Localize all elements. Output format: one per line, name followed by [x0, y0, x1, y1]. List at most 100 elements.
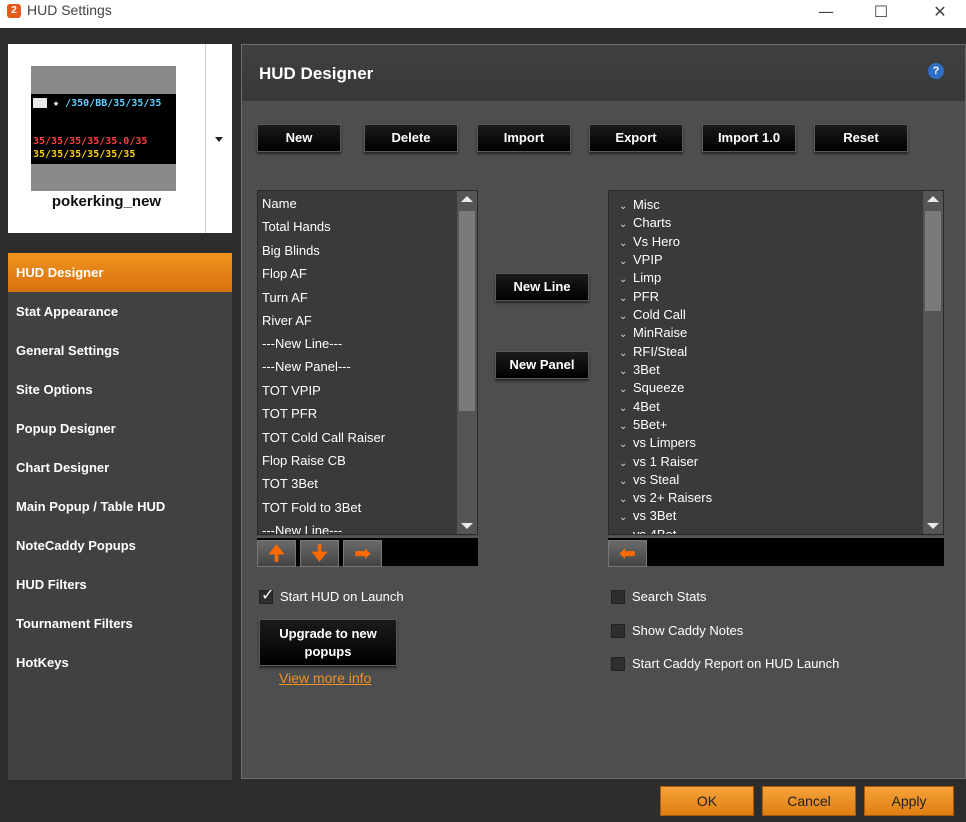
app-icon: 2 — [7, 4, 21, 18]
scroll-up-icon[interactable] — [927, 196, 939, 202]
chevron-down-icon: ⌄ — [619, 366, 628, 377]
chevron-down-icon: ⌄ — [619, 256, 628, 267]
sidebar-item-site-options[interactable]: Site Options — [8, 370, 232, 409]
check-icon: ✓ — [261, 585, 275, 604]
hud-preview-image: ★ /350/BB/35/35/35 35/35/35/35/35.0/35 3… — [31, 66, 176, 191]
hud-preview[interactable]: ★ /350/BB/35/35/35 35/35/35/35/35.0/35 3… — [8, 44, 205, 233]
chevron-down-icon: ⌄ — [619, 201, 628, 212]
sidebar-item-hud-designer[interactable]: HUD Designer — [8, 253, 232, 292]
sidebar-item-stat-appearance[interactable]: Stat Appearance — [8, 292, 232, 331]
chevron-down-icon: ⌄ — [619, 219, 628, 230]
tree-item[interactable]: ⌄ 4Bet — [619, 399, 660, 414]
chevron-down-icon: ⌄ — [619, 311, 628, 322]
tree-item[interactable]: ⌄ RFI/Steal — [619, 344, 687, 359]
tree-item[interactable]: ⌄ Cold Call — [619, 307, 686, 322]
import-button[interactable]: Import — [477, 124, 571, 152]
chevron-down-icon: ⌄ — [619, 403, 628, 414]
help-icon[interactable]: ? — [928, 63, 944, 79]
list-item[interactable]: TOT 3Bet — [262, 476, 318, 491]
window-title: HUD Settings — [27, 2, 112, 18]
tree-item[interactable]: ⌄ vs 3Bet — [619, 508, 676, 523]
upgrade-label-line2: popups — [304, 644, 352, 659]
list-item[interactable]: Big Blinds — [262, 243, 320, 258]
tree-item[interactable]: ⌄ vs Steal — [619, 472, 679, 487]
list-item[interactable]: TOT PFR — [262, 406, 317, 421]
sidebar-item-notecaddy-popups[interactable]: NoteCaddy Popups — [8, 526, 232, 565]
tree-item[interactable]: ⌄vs 4Bet — [619, 527, 676, 534]
list-item[interactable]: Flop Raise CB — [262, 453, 346, 468]
chevron-down-icon: ⌄ — [619, 421, 628, 432]
tree-item[interactable]: ⌄ 5Bet+ — [619, 417, 667, 432]
list-item[interactable]: TOT Cold Call Raiser — [262, 430, 385, 445]
scroll-down-icon[interactable] — [461, 523, 473, 529]
hud-layout-list[interactable]: Name Total Hands Big Blinds Flop AF Turn… — [257, 190, 478, 535]
close-button[interactable]: ✕ — [917, 0, 963, 28]
tree-item[interactable]: ⌄ Vs Hero — [619, 234, 680, 249]
minimize-button[interactable]: — — [803, 0, 849, 28]
sidebar-item-general-settings[interactable]: General Settings — [8, 331, 232, 370]
list-item[interactable]: Total Hands — [262, 219, 331, 234]
start-hud-checkbox[interactable]: ✓ — [259, 585, 274, 604]
tree-item[interactable]: ⌄ Limp — [619, 270, 661, 285]
scroll-up-icon[interactable] — [461, 196, 473, 202]
list-item[interactable]: ---New Panel--- — [262, 359, 351, 374]
title-bar: 2 HUD Settings — ☐ ✕ — [0, 0, 966, 28]
tree-item[interactable]: ⌄ Charts — [619, 215, 671, 230]
stat-category-tree[interactable]: ⌄ Misc ⌄ Charts ⌄ Vs Hero ⌄ VPIP ⌄ Limp ⌄ PFR … — [608, 190, 944, 535]
ok-button[interactable]: OK — [660, 786, 754, 816]
start-hud-label: Start HUD on Launch — [280, 589, 404, 604]
chevron-down-icon: ⌄ — [619, 512, 628, 523]
new-line-button[interactable]: New Line — [495, 273, 589, 301]
tree-item[interactable]: ⌄ Squeeze — [619, 380, 684, 395]
move-right-button[interactable]: ➡ — [343, 540, 382, 567]
export-button[interactable]: Export — [589, 124, 683, 152]
sidebar-item-hotkeys[interactable]: HotKeys — [8, 643, 232, 682]
list-item[interactable]: Flop AF — [262, 266, 307, 281]
apply-button[interactable]: Apply — [864, 786, 954, 816]
list-item[interactable]: ---New Line--- — [262, 523, 342, 534]
reset-button[interactable]: Reset — [814, 124, 908, 152]
list-item[interactable]: TOT VPIP — [262, 383, 321, 398]
list-item[interactable]: River AF — [262, 313, 312, 328]
list-item[interactable]: TOT Fold to 3Bet — [262, 500, 361, 515]
delete-button[interactable]: Delete — [364, 124, 458, 152]
right-tree-scrollbar[interactable] — [923, 191, 943, 534]
list-item[interactable]: Name — [262, 196, 297, 211]
sidebar-item-chart-designer[interactable]: Chart Designer — [8, 448, 232, 487]
show-caddy-notes-checkbox[interactable] — [611, 624, 625, 638]
scroll-thumb[interactable] — [925, 211, 941, 311]
tree-item[interactable]: ⌄ MinRaise — [619, 325, 687, 340]
scroll-down-icon[interactable] — [927, 523, 939, 529]
start-caddy-report-checkbox[interactable] — [611, 657, 625, 671]
sidebar-item-main-popup[interactable]: Main Popup / Table HUD — [8, 487, 232, 526]
tree-item[interactable]: ⌄ VPIP — [619, 252, 663, 267]
new-button[interactable]: New — [257, 124, 341, 152]
upgrade-popups-button[interactable]: Upgrade to new popups — [259, 619, 397, 666]
list-item[interactable]: ---New Line--- — [262, 336, 342, 351]
tree-item[interactable]: ⌄ vs 2+ Raisers — [619, 490, 712, 505]
maximize-button[interactable]: ☐ — [858, 0, 904, 28]
cancel-button[interactable]: Cancel — [762, 786, 856, 816]
search-stats-checkbox[interactable] — [611, 590, 625, 604]
new-panel-button[interactable]: New Panel — [495, 351, 589, 379]
tree-item[interactable]: ⌄ vs 1 Raiser — [619, 454, 698, 469]
tree-item[interactable]: ⌄ 3Bet — [619, 362, 660, 377]
move-left-button[interactable]: ⬅ — [608, 540, 647, 567]
chevron-down-icon: ⌄ — [619, 476, 628, 487]
tree-item[interactable]: ⌄ Misc — [619, 197, 660, 212]
tree-item[interactable]: ⌄ vs Limpers — [619, 435, 696, 450]
move-up-button[interactable]: 🠉 — [257, 540, 296, 567]
chevron-down-icon: ⌄ — [619, 293, 628, 304]
tree-item[interactable]: ⌄ PFR — [619, 289, 659, 304]
sidebar-item-popup-designer[interactable]: Popup Designer — [8, 409, 232, 448]
import-1-0-button[interactable]: Import 1.0 — [702, 124, 796, 152]
list-item[interactable]: Turn AF — [262, 290, 308, 305]
show-caddy-notes-label: Show Caddy Notes — [632, 623, 744, 638]
move-down-button[interactable]: 🠋 — [300, 540, 339, 567]
sidebar-item-hud-filters[interactable]: HUD Filters — [8, 565, 232, 604]
hud-select-dropdown[interactable] — [205, 44, 232, 233]
sidebar-item-tournament-filters[interactable]: Tournament Filters — [8, 604, 232, 643]
scroll-thumb[interactable] — [459, 211, 475, 411]
left-list-scrollbar[interactable] — [457, 191, 477, 534]
view-more-info-link[interactable]: View more info — [279, 670, 371, 686]
